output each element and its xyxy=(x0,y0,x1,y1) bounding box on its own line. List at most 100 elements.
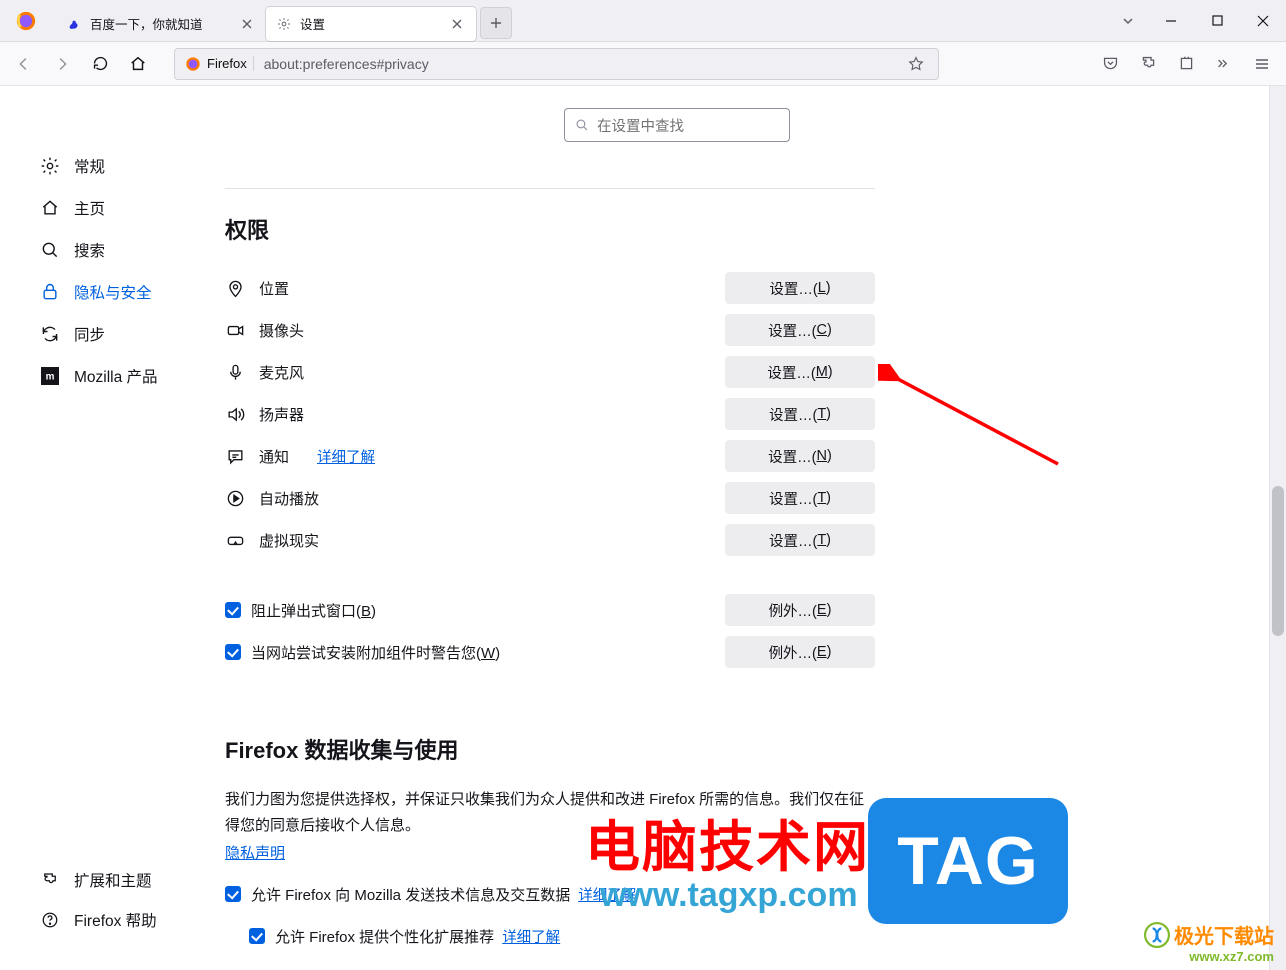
settings-button-vr[interactable]: 设置…(T) xyxy=(725,524,875,556)
tab-title: 百度一下，你就知道 xyxy=(90,14,230,33)
checkbox-label: 允许 Firefox 向 Mozilla 发送技术信息及交互数据 xyxy=(251,884,570,905)
settings-button-camera[interactable]: 设置…(C) xyxy=(725,314,875,346)
permission-vr: 虚拟现实 设置…(T) xyxy=(225,519,875,561)
block-popups-row: 阻止弹出式窗口(B) 例外…(E) xyxy=(225,589,875,631)
sidebar-item-label: Firefox 帮助 xyxy=(74,909,157,931)
permission-notifications: 通知 详细了解 设置…(N) xyxy=(225,435,875,477)
sidebar-item-sync[interactable]: 同步 xyxy=(30,314,225,354)
checkbox-label: 阻止弹出式窗口(B) xyxy=(251,600,376,621)
telemetry-checkbox[interactable] xyxy=(225,886,241,902)
permission-label: 虚拟现实 xyxy=(259,530,319,551)
new-tab-button[interactable] xyxy=(480,7,512,39)
svg-text:m: m xyxy=(46,372,55,383)
checkbox-label: 当网站尝试安装附加组件时警告您(W) xyxy=(251,642,500,663)
app-menu-icon[interactable] xyxy=(1246,48,1278,80)
permission-label: 自动播放 xyxy=(259,488,319,509)
exceptions-button-popups[interactable]: 例外…(E) xyxy=(725,594,875,626)
chat-icon xyxy=(225,446,245,466)
address-bar[interactable]: Firefox about:preferences#privacy xyxy=(174,48,939,80)
sidebar-item-label: 搜索 xyxy=(74,239,105,261)
data-collection-heading: Firefox 数据收集与使用 xyxy=(225,733,875,765)
permission-speaker: 扬声器 设置…(T) xyxy=(225,393,875,435)
url-text: about:preferences#privacy xyxy=(264,56,894,72)
vr-icon xyxy=(225,530,245,550)
close-icon[interactable] xyxy=(238,15,256,33)
speaker-icon xyxy=(225,404,245,424)
permission-label: 扬声器 xyxy=(259,404,304,425)
settings-button-speaker[interactable]: 设置…(T) xyxy=(725,398,875,430)
location-icon xyxy=(225,278,245,298)
bookmark-star-icon[interactable] xyxy=(900,48,932,80)
identity-icon[interactable]: Firefox xyxy=(181,52,258,76)
block-popups-checkbox[interactable] xyxy=(225,602,241,618)
sidebar-item-label: 同步 xyxy=(74,323,105,345)
permission-label: 位置 xyxy=(259,278,289,299)
personalized-ext-checkbox[interactable] xyxy=(249,928,265,944)
permission-label: 通知 xyxy=(259,446,289,467)
camera-icon xyxy=(225,320,245,340)
search-settings-input[interactable]: 在设置中查找 xyxy=(564,108,790,142)
tab-settings[interactable]: 设置 xyxy=(266,7,476,41)
extension-pin-icon[interactable] xyxy=(1170,48,1202,80)
gear-icon xyxy=(40,156,60,176)
close-window-button[interactable] xyxy=(1240,3,1286,39)
reload-button[interactable] xyxy=(84,48,116,80)
minimize-button[interactable] xyxy=(1148,3,1194,39)
baidu-favicon-icon xyxy=(66,16,82,32)
warn-addon-checkbox[interactable] xyxy=(225,644,241,660)
data-collection-description: 我们力图为您提供选择权，并保证只收集我们为众人提供和改进 Firefox 所需的… xyxy=(225,787,875,838)
sidebar-item-help[interactable]: Firefox 帮助 xyxy=(30,900,225,940)
learn-more-link[interactable]: 详细了解 xyxy=(317,446,375,467)
exceptions-button-addons[interactable]: 例外…(E) xyxy=(725,636,875,668)
search-placeholder: 在设置中查找 xyxy=(597,115,684,136)
telemetry-row: 允许 Firefox 向 Mozilla 发送技术信息及交互数据 详细了解 xyxy=(225,873,875,915)
home-icon xyxy=(40,198,60,218)
sync-icon xyxy=(40,324,60,344)
studies-row: 允许 Firefox 安装并运行一些实验项目 查看 Firefox 实验 xyxy=(225,957,875,970)
pocket-icon[interactable] xyxy=(1094,48,1126,80)
settings-main: 在设置中查找 权限 位置 设置…(L) 摄像头 设置…(C) xyxy=(225,86,1269,970)
sidebar-item-label: 主页 xyxy=(74,197,105,219)
search-icon xyxy=(40,240,60,260)
mozilla-icon: m xyxy=(40,366,60,386)
sidebar-item-home[interactable]: 主页 xyxy=(30,188,225,228)
scrollbar-thumb[interactable] xyxy=(1272,486,1284,636)
overflow-icon[interactable] xyxy=(1208,48,1240,80)
extensions-icon[interactable] xyxy=(1132,48,1164,80)
sidebar-item-addons[interactable]: 扩展和主题 xyxy=(30,860,225,900)
permission-autoplay: 自动播放 设置…(T) xyxy=(225,477,875,519)
permissions-heading: 权限 xyxy=(225,213,875,245)
settings-button-autoplay[interactable]: 设置…(T) xyxy=(725,482,875,514)
tab-baidu[interactable]: 百度一下，你就知道 xyxy=(56,7,266,41)
sidebar-item-label: 常规 xyxy=(74,155,105,177)
sidebar-item-mozilla[interactable]: m Mozilla 产品 xyxy=(30,356,225,396)
puzzle-icon xyxy=(40,870,60,890)
nav-toolbar: Firefox about:preferences#privacy xyxy=(0,42,1286,86)
sidebar-item-privacy[interactable]: 隐私与安全 xyxy=(30,272,225,312)
settings-button-notifications[interactable]: 设置…(N) xyxy=(725,440,875,472)
sidebar-item-label: 隐私与安全 xyxy=(74,281,152,303)
sidebar-item-general[interactable]: 常规 xyxy=(30,146,225,186)
maximize-button[interactable] xyxy=(1194,3,1240,39)
tab-bar: 百度一下，你就知道 设置 xyxy=(0,0,1286,42)
learn-more-link[interactable]: 详细了解 xyxy=(578,884,636,905)
category-sidebar: 常规 主页 搜索 隐私与安全 同步 m Mozilla 产品 扩展和主题 xyxy=(0,86,225,970)
close-icon[interactable] xyxy=(448,15,466,33)
privacy-notice-link[interactable]: 隐私声明 xyxy=(225,845,285,862)
home-button[interactable] xyxy=(122,48,154,80)
tabs-dropdown-button[interactable] xyxy=(1108,3,1148,39)
autoplay-icon xyxy=(225,488,245,508)
permission-location: 位置 设置…(L) xyxy=(225,267,875,309)
sidebar-item-label: 扩展和主题 xyxy=(74,869,152,891)
sidebar-item-search[interactable]: 搜索 xyxy=(30,230,225,270)
forward-button[interactable] xyxy=(46,48,78,80)
settings-button-microphone[interactable]: 设置…(M) xyxy=(725,356,875,388)
checkbox-label: 允许 Firefox 提供个性化扩展推荐 xyxy=(275,926,494,947)
help-icon xyxy=(40,910,60,930)
settings-button-location[interactable]: 设置…(L) xyxy=(725,272,875,304)
back-button[interactable] xyxy=(8,48,40,80)
microphone-icon xyxy=(225,362,245,382)
vertical-scrollbar[interactable] xyxy=(1269,86,1286,970)
learn-more-link[interactable]: 详细了解 xyxy=(502,926,560,947)
identity-label: Firefox xyxy=(207,56,254,71)
